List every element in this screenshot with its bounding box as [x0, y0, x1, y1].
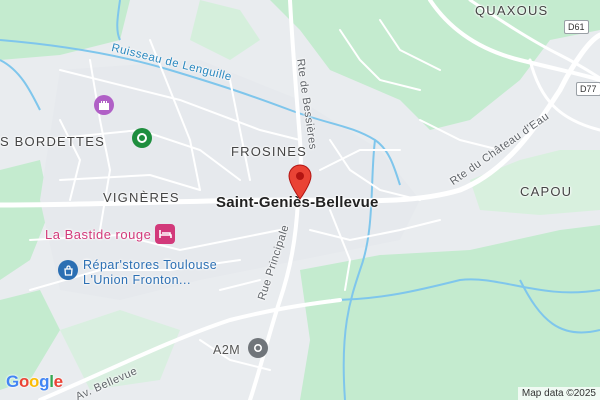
park-icon[interactable]: [132, 128, 152, 148]
bed-icon[interactable]: [155, 224, 175, 244]
poi-label-bastide-rouge[interactable]: La Bastide rouge: [45, 227, 151, 242]
poi-label-repar-stores-line1: Répar'stores Toulouse: [83, 258, 218, 272]
castle-icon[interactable]: [94, 95, 114, 115]
shopping-bag-icon[interactable]: [58, 260, 78, 280]
road-shield-d61: D61: [564, 20, 589, 34]
place-label-bordettes: S BORDETTES: [0, 134, 105, 149]
map-pin-icon[interactable]: [287, 164, 313, 200]
poi-label-a2m[interactable]: A2M: [213, 343, 240, 357]
poi-label-repar-stores-line2: L'Union Fronton...: [83, 273, 191, 287]
map-attribution[interactable]: Map data ©2025: [517, 387, 600, 400]
place-label-vigneres: VIGNÈRES: [103, 190, 180, 205]
place-label-quaxous: QUAXOUS: [475, 3, 549, 18]
map-canvas[interactable]: QUAXOUS D61 D77 Ruisseau de Lenguille Rt…: [0, 0, 600, 400]
place-label-capou: CAPOU: [520, 184, 573, 199]
business-icon[interactable]: [248, 338, 268, 358]
poi-label-repar-stores[interactable]: Répar'stores Toulouse L'Union Fronton...: [83, 258, 217, 288]
place-label-frosines: FROSINES: [231, 144, 308, 159]
google-logo[interactable]: Google: [6, 372, 63, 392]
road-shield-d77: D77: [576, 82, 600, 96]
